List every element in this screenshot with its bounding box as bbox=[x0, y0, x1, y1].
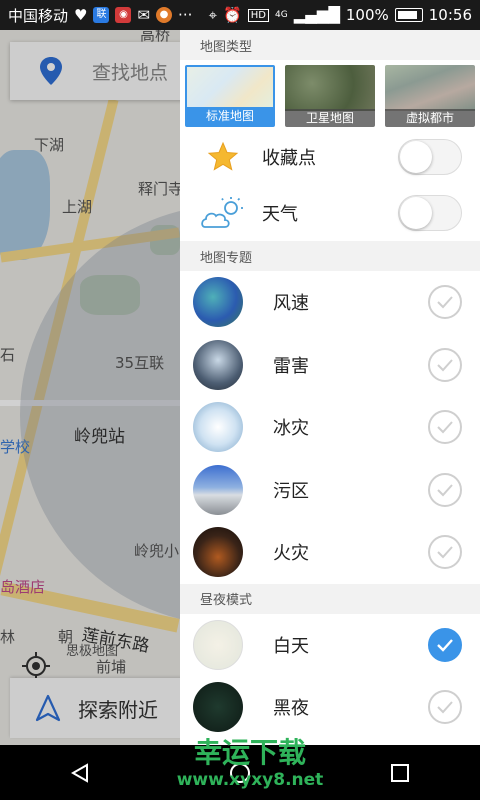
topic-label: 风速 bbox=[273, 293, 309, 315]
layers-drawer: 地图类型 标准地图 卫星地图 虚拟都市 收藏点 天气 地图专题 风速 雷害 冰灾… bbox=[180, 30, 480, 745]
more-notifications-icon: ··· bbox=[178, 6, 193, 24]
mode-row-day[interactable]: 白天 bbox=[180, 614, 480, 677]
wind-speed-thumbnail bbox=[193, 277, 243, 328]
watermark-url: www.xyxy8.net bbox=[176, 770, 324, 790]
section-header-map-type: 地图类型 bbox=[180, 30, 480, 60]
check-icon bbox=[437, 638, 453, 652]
weather-label: 天气 bbox=[262, 204, 298, 225]
check-icon bbox=[437, 484, 453, 497]
topic-label: 雷害 bbox=[273, 355, 309, 377]
lightning-thumbnail bbox=[193, 339, 243, 390]
pollution-thumbnail bbox=[193, 464, 243, 515]
check-icon bbox=[437, 701, 453, 714]
checkbox[interactable] bbox=[428, 347, 462, 382]
battery-icon bbox=[394, 8, 423, 22]
hd-icon: HD bbox=[247, 8, 270, 22]
favorites-toggle[interactable] bbox=[398, 139, 462, 175]
fire-thumbnail bbox=[193, 527, 243, 578]
favorites-label: 收藏点 bbox=[262, 148, 316, 169]
map-type-virtual-city[interactable]: 虚拟都市 bbox=[385, 65, 475, 127]
map-type-satellite[interactable]: 卫星地图 bbox=[285, 65, 375, 127]
watermark-title: 幸运下载 bbox=[193, 736, 306, 769]
toggle-knob bbox=[400, 197, 432, 229]
weather-toggle[interactable] bbox=[398, 195, 462, 231]
checkbox[interactable] bbox=[428, 472, 462, 507]
satellite-map-thumbnail bbox=[285, 65, 375, 111]
checkbox[interactable] bbox=[428, 690, 462, 725]
checkbox[interactable] bbox=[428, 535, 462, 570]
map-type-label: 卫星地图 bbox=[285, 109, 375, 127]
map-type-label: 标准地图 bbox=[187, 107, 273, 125]
checkbox[interactable] bbox=[428, 285, 462, 320]
topic-row-lightning[interactable]: 雷害 bbox=[180, 334, 480, 397]
app-notification-icon: 联 bbox=[93, 7, 110, 23]
check-icon bbox=[437, 546, 453, 559]
mode-row-night[interactable]: 黑夜 bbox=[180, 676, 480, 739]
map-type-label: 虚拟都市 bbox=[385, 109, 475, 127]
topic-label: 冰灾 bbox=[273, 418, 309, 440]
checkbox-checked[interactable] bbox=[428, 627, 462, 662]
topic-row-wind[interactable]: 风速 bbox=[180, 271, 480, 334]
favorites-row: 收藏点 bbox=[180, 129, 480, 185]
back-icon[interactable] bbox=[69, 762, 91, 784]
topic-label: 火灾 bbox=[273, 543, 309, 565]
clock: 10:56 bbox=[428, 6, 472, 24]
app-notification-icon-2: ◉ bbox=[115, 7, 132, 23]
check-icon bbox=[437, 359, 453, 372]
section-header-day-night: 昼夜模式 bbox=[180, 583, 480, 614]
alarm-icon: ⏰ bbox=[223, 6, 242, 24]
topic-row-ice[interactable]: 冰灾 bbox=[180, 396, 480, 459]
check-icon bbox=[437, 421, 453, 434]
mail-icon: ✉ bbox=[137, 6, 151, 24]
topic-row-fire[interactable]: 火灾 bbox=[180, 521, 480, 584]
check-icon bbox=[437, 296, 453, 309]
weather-row: 天气 bbox=[180, 185, 480, 241]
night-mode-thumbnail bbox=[193, 682, 243, 733]
standard-map-thumbnail bbox=[187, 67, 273, 109]
status-bar: 中国移动 ♥ 联 ◉ ✉ ● ··· ⌖ ⏰ HD 4G ▂▄▆█ 100% 1… bbox=[0, 0, 480, 30]
mode-label: 黑夜 bbox=[273, 698, 309, 720]
battery-percent: 100% bbox=[345, 6, 389, 24]
map-overlay-dim[interactable] bbox=[0, 30, 180, 745]
signal-icon: ▂▄▆█ bbox=[293, 6, 340, 24]
checkbox[interactable] bbox=[428, 410, 462, 445]
network-type: 4G bbox=[275, 10, 288, 20]
ice-disaster-thumbnail bbox=[193, 402, 243, 453]
watermark: 幸运下载 www.xyxy8.net bbox=[170, 736, 330, 791]
map-type-standard[interactable]: 标准地图 bbox=[185, 65, 275, 127]
carrier-name: 中国移动 bbox=[8, 6, 69, 25]
recents-icon[interactable] bbox=[389, 762, 411, 784]
map-notification-icon: ● bbox=[156, 7, 173, 23]
map-type-selector: 标准地图 卫星地图 虚拟都市 bbox=[180, 60, 480, 129]
topic-row-pollution[interactable]: 污区 bbox=[180, 459, 480, 522]
section-header-topics: 地图专题 bbox=[180, 241, 480, 271]
location-icon: ⌖ bbox=[208, 6, 218, 24]
virtual-city-thumbnail bbox=[385, 65, 475, 111]
mode-label: 白天 bbox=[273, 635, 309, 657]
topic-label: 污区 bbox=[273, 480, 309, 502]
toggle-knob bbox=[400, 141, 432, 173]
day-mode-thumbnail bbox=[193, 619, 243, 670]
star-icon bbox=[207, 141, 239, 171]
health-icon: ♥ bbox=[74, 6, 88, 24]
weather-icon bbox=[201, 197, 243, 228]
